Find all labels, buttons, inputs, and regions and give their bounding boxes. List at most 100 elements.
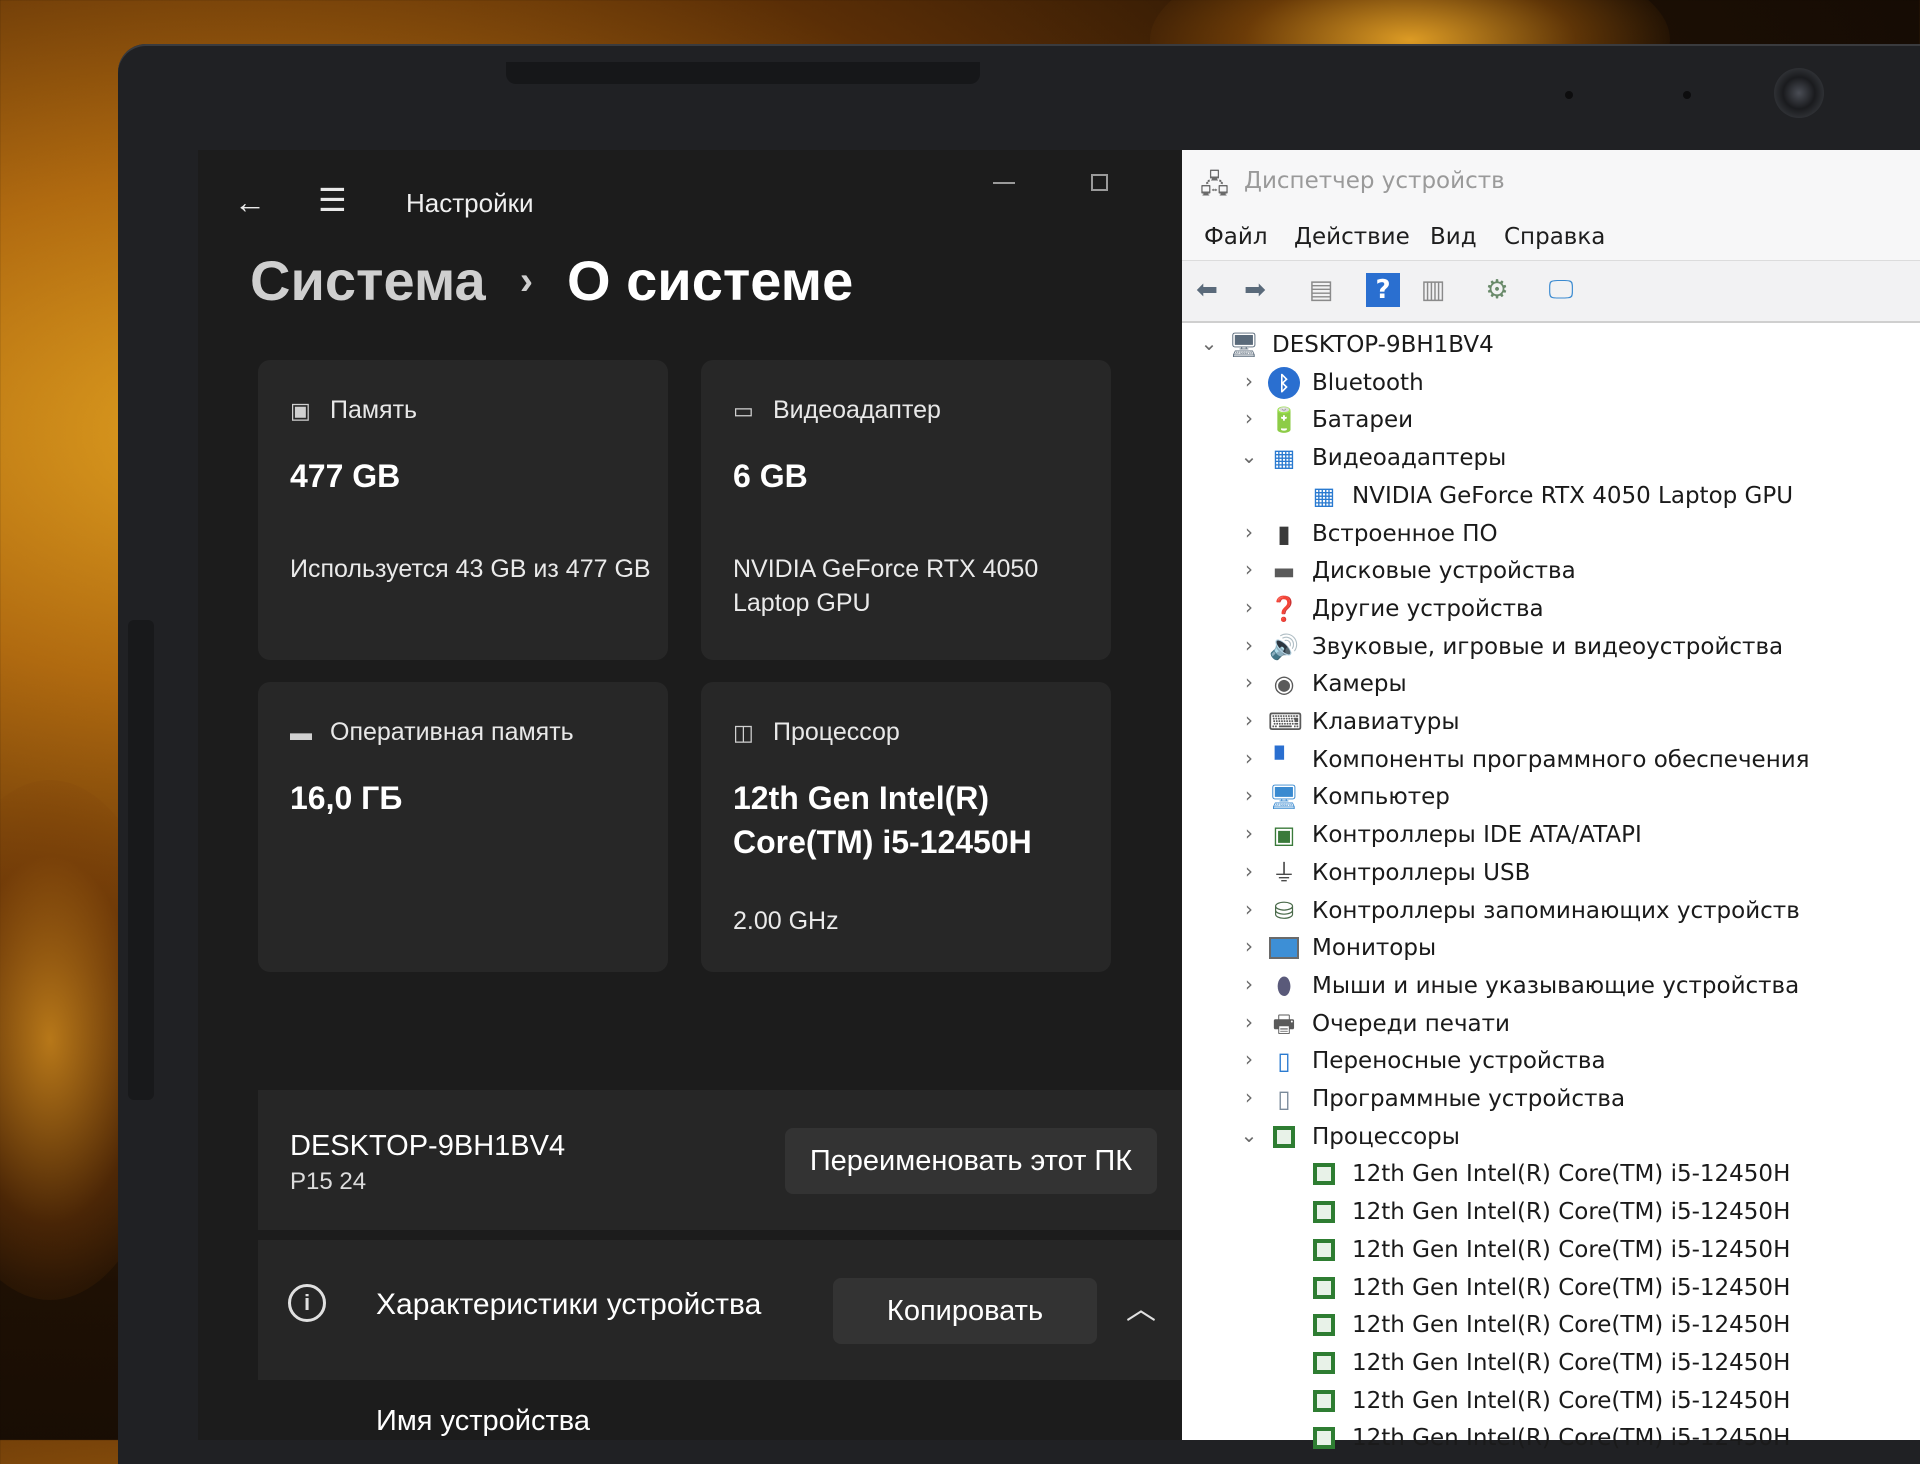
- display-adapter-icon: ▭: [733, 398, 754, 423]
- menu-action[interactable]: Действие: [1294, 224, 1410, 250]
- gpu-memory-value: 6 GB: [733, 458, 808, 494]
- tree-category[interactable]: ⌄ Процессоры: [1238, 1121, 1908, 1157]
- cpu-label: Процессор: [773, 718, 900, 746]
- ram-card[interactable]: ▬ Оперативная память 16,0 ГБ: [258, 682, 668, 972]
- chevron-right-icon[interactable]: ›: [1238, 972, 1260, 996]
- device-manager-titlebar: 🖧 Диспетчер устройств: [1182, 150, 1920, 214]
- tree-category-label: Другие устройства: [1312, 596, 1544, 622]
- tree-device[interactable]: 12th Gen Intel(R) Core(TM) i5-12450H: [1278, 1309, 1918, 1345]
- tree-root[interactable]: ⌄ 🖥 DESKTOP-9BH1BV4: [1198, 329, 1898, 365]
- tree-device[interactable]: 12th Gen Intel(R) Core(TM) i5-12450H: [1278, 1196, 1918, 1232]
- tree-device[interactable]: 12th Gen Intel(R) Core(TM) i5-12450H: [1278, 1272, 1918, 1308]
- scan-hardware-icon[interactable]: 🖵: [1544, 273, 1578, 307]
- help-icon[interactable]: ?: [1366, 273, 1400, 307]
- tree-device-label: 12th Gen Intel(R) Core(TM) i5-12450H: [1352, 1237, 1791, 1263]
- tree-category[interactable]: › ⛁ Контроллеры запоминающих устройств: [1238, 895, 1908, 931]
- tree-root-label: DESKTOP-9BH1BV4: [1272, 332, 1494, 358]
- back-arrow-icon[interactable]: ←: [234, 186, 266, 218]
- copy-button[interactable]: Копировать: [833, 1278, 1097, 1344]
- tree-category[interactable]: ⌄ ▦ Видеоадаптеры: [1238, 442, 1908, 478]
- tree-device[interactable]: ▦ NVIDIA GeForce RTX 4050 Laptop GPU: [1278, 480, 1918, 516]
- update-driver-icon[interactable]: ⚙: [1480, 273, 1514, 307]
- device-specs-row[interactable]: i Характеристики устройства Копировать ︿: [258, 1240, 1182, 1380]
- processor-icon: [1308, 1347, 1340, 1379]
- chevron-right-icon[interactable]: ›: [1238, 406, 1260, 430]
- chevron-up-icon[interactable]: ︿: [1126, 1284, 1156, 1328]
- speaker-icon: 🔊: [1269, 633, 1299, 661]
- tree-category[interactable]: › Мониторы: [1238, 932, 1908, 968]
- tree-category[interactable]: › 🔋 Батареи: [1238, 404, 1908, 440]
- menu-help[interactable]: Справка: [1504, 224, 1605, 250]
- storage-usage: Используется 43 GB из 477 GB: [290, 555, 651, 583]
- menu-view[interactable]: Вид: [1430, 224, 1477, 250]
- tree-device-label: 12th Gen Intel(R) Core(TM) i5-12450H: [1352, 1275, 1791, 1301]
- chevron-down-icon[interactable]: ⌄: [1198, 331, 1220, 355]
- chevron-right-icon[interactable]: ›: [1238, 1010, 1260, 1034]
- tree-device[interactable]: 12th Gen Intel(R) Core(TM) i5-12450H: [1278, 1158, 1918, 1194]
- chevron-down-icon[interactable]: ⌄: [1238, 1123, 1260, 1147]
- storage-card-header: ▣ Память: [290, 396, 417, 425]
- show-hide-tree-icon[interactable]: ▤: [1304, 273, 1338, 307]
- tree-category-label: Процессоры: [1312, 1124, 1460, 1150]
- tree-device-label: 12th Gen Intel(R) Core(TM) i5-12450H: [1352, 1199, 1791, 1225]
- chevron-right-icon[interactable]: ›: [1238, 897, 1260, 921]
- chevron-right-icon[interactable]: ›: [1238, 369, 1260, 393]
- breadcrumb-parent[interactable]: Система: [250, 249, 486, 312]
- processor-icon: [1308, 1234, 1340, 1266]
- gpu-card[interactable]: ▭ Видеоадаптер 6 GB NVIDIA GeForce RTX 40…: [701, 360, 1111, 660]
- tree-category[interactable]: › ⬮ Мыши и иные указывающие устройства: [1238, 970, 1908, 1006]
- back-arrow-icon[interactable]: ⬅: [1190, 273, 1224, 307]
- maximize-button[interactable]: [1091, 174, 1108, 191]
- tree-device[interactable]: 12th Gen Intel(R) Core(TM) i5-12450H: [1278, 1347, 1918, 1383]
- menu-file[interactable]: Файл: [1204, 224, 1268, 250]
- tree-device[interactable]: 12th Gen Intel(R) Core(TM) i5-12450H: [1278, 1385, 1918, 1421]
- tree-category[interactable]: › 🖶 Очереди печати: [1238, 1008, 1908, 1044]
- tree-device-label: 12th Gen Intel(R) Core(TM) i5-12450H: [1352, 1425, 1791, 1451]
- menu-icon[interactable]: ☰: [318, 184, 347, 216]
- settings-title: Настройки: [406, 188, 534, 218]
- chevron-right-icon[interactable]: ›: [1238, 557, 1260, 581]
- chevron-right-icon[interactable]: ›: [1238, 670, 1260, 694]
- chevron-right-icon[interactable]: ›: [1238, 1085, 1260, 1109]
- tree-category[interactable]: › ▮ Встроенное ПО: [1238, 518, 1908, 554]
- chevron-right-icon[interactable]: ›: [1238, 520, 1260, 544]
- storage-card[interactable]: ▣ Память 477 GB Используется 43 GB из 477…: [258, 360, 668, 660]
- tree-category[interactable]: › 🖥 Компьютер: [1238, 781, 1908, 817]
- ram-label: Оперативная память: [330, 718, 574, 746]
- rename-pc-button[interactable]: Переименовать этот ПК: [785, 1128, 1157, 1194]
- processor-icon: [1268, 1121, 1300, 1153]
- minimize-button[interactable]: [993, 182, 1015, 184]
- tree-category[interactable]: › ▯ Программные устройства: [1238, 1083, 1908, 1119]
- chevron-right-icon[interactable]: ›: [1238, 821, 1260, 845]
- chevron-right-icon[interactable]: ›: [1238, 633, 1260, 657]
- chevron-right-icon[interactable]: ›: [1238, 1047, 1260, 1071]
- cpu-card[interactable]: ◫ Процессор 12th Gen Intel(R) Core(TM) i5…: [701, 682, 1111, 972]
- chevron-right-icon[interactable]: ›: [1238, 783, 1260, 807]
- tree-category[interactable]: › ᛒ Bluetooth: [1238, 367, 1908, 403]
- chevron-right-icon[interactable]: ›: [1238, 708, 1260, 732]
- tree-category[interactable]: › ▘ Компоненты программного обеспечения: [1238, 744, 1908, 780]
- chevron-right-icon[interactable]: ›: [1238, 595, 1260, 619]
- computer-icon: 🖥: [1268, 783, 1300, 811]
- chevron-right-icon[interactable]: ›: [1238, 934, 1260, 958]
- gpu-label: Видеоадаптер: [773, 396, 941, 424]
- chevron-right-icon[interactable]: ›: [1238, 746, 1260, 770]
- processor-icon: [1308, 1385, 1340, 1417]
- page-title: О системе: [567, 249, 854, 312]
- chevron-down-icon[interactable]: ⌄: [1238, 444, 1260, 468]
- cpu-card-header: ◫ Процессор: [733, 718, 900, 747]
- tree-category[interactable]: › ⏚ Контроллеры USB: [1238, 857, 1908, 893]
- tree-category[interactable]: › ▣ Контроллеры IDE ATA/ATAPI: [1238, 819, 1908, 855]
- forward-arrow-icon[interactable]: ➡: [1238, 273, 1272, 307]
- tree-device[interactable]: 12th Gen Intel(R) Core(TM) i5-12450H: [1278, 1234, 1918, 1270]
- properties-icon[interactable]: ▥: [1416, 273, 1450, 307]
- tree-category[interactable]: › ◉ Камеры: [1238, 668, 1908, 704]
- tree-category[interactable]: › ▯ Переносные устройства: [1238, 1045, 1908, 1081]
- tree-category[interactable]: › 🔊 Звуковые, игровые и видеоустройства: [1238, 631, 1908, 667]
- software-component-icon: ▘: [1274, 746, 1294, 774]
- chevron-right-icon[interactable]: ›: [1238, 859, 1260, 883]
- tree-category[interactable]: › ❓ Другие устройства: [1238, 593, 1908, 629]
- tree-category[interactable]: › ⌨ Клавиатуры: [1238, 706, 1908, 742]
- tree-category[interactable]: › ▬ Дисковые устройства: [1238, 555, 1908, 591]
- tree-device[interactable]: 12th Gen Intel(R) Core(TM) i5-12450H: [1278, 1422, 1918, 1458]
